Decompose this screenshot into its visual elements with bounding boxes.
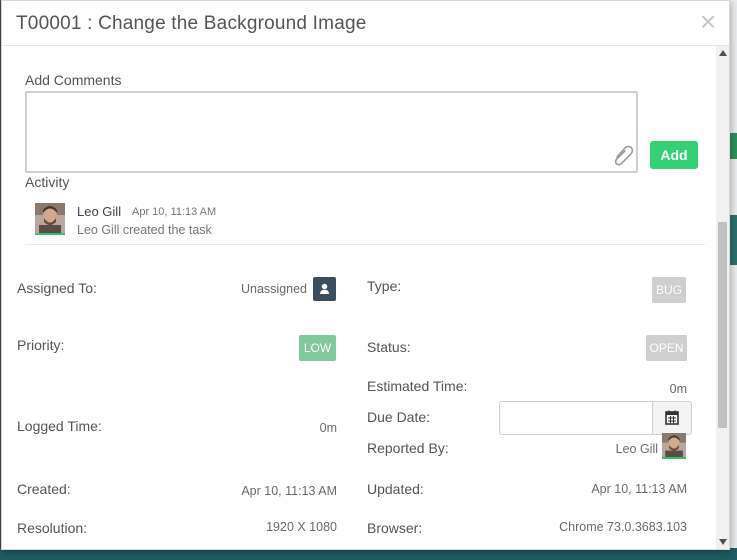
created-label: Created:	[17, 481, 71, 497]
user-avatar-image	[35, 203, 65, 233]
scroll-up-arrow-icon[interactable]	[719, 50, 727, 56]
activity-user: Leo Gill	[77, 204, 122, 219]
reported-by-value: Leo Gill	[615, 442, 658, 456]
logged-time-label: Logged Time:	[17, 418, 102, 434]
logged-time-value: 0m	[319, 421, 337, 435]
calendar-icon	[665, 410, 679, 425]
status-label: Status:	[367, 339, 411, 355]
avatar	[35, 203, 65, 235]
close-icon[interactable]: ×	[697, 7, 719, 37]
activity-divider	[25, 244, 705, 245]
estimated-time-value: 0m	[669, 382, 687, 396]
status-badge[interactable]: OPEN	[646, 335, 687, 361]
assigned-to-label: Assigned To:	[17, 280, 97, 296]
comment-textarea[interactable]	[25, 91, 638, 173]
modal-title: T00001 : Change the Background Image	[16, 13, 367, 34]
calendar-button[interactable]	[652, 401, 692, 435]
due-date-label: Due Date:	[367, 409, 431, 425]
modal-scrollbar[interactable]	[716, 46, 729, 549]
type-label: Type:	[367, 278, 402, 294]
add-comment-button[interactable]: Add	[650, 141, 698, 169]
estimated-time-label: Estimated Time:	[367, 378, 468, 394]
priority-label: Priority:	[17, 337, 65, 353]
resolution-value: 1920 X 1080	[266, 520, 337, 534]
resolution-label: Resolution:	[17, 520, 88, 536]
reporter-avatar	[662, 433, 686, 459]
activity-text: Leo Gill created the task	[77, 223, 212, 237]
scrollbar-thumb[interactable]	[718, 222, 727, 428]
task-modal: T00001 : Change the Background Image × A…	[1, 0, 730, 550]
browser-label: Browser:	[367, 520, 423, 536]
user-icon	[320, 283, 329, 294]
add-comments-label: Add Comments	[25, 72, 122, 88]
created-value: Apr 10, 11:13 AM	[241, 484, 337, 498]
assign-user-button[interactable]	[313, 277, 336, 301]
reported-by-label: Reported By:	[367, 440, 449, 456]
assigned-to-value: Unassigned	[240, 282, 307, 296]
paperclip-icon[interactable]	[612, 143, 634, 169]
updated-value: Apr 10, 11:13 AM	[591, 482, 687, 496]
modal-header: T00001 : Change the Background Image ×	[2, 1, 729, 46]
priority-badge[interactable]: LOW	[299, 335, 336, 361]
type-badge[interactable]: BUG	[652, 277, 686, 303]
scroll-down-arrow-icon[interactable]	[719, 539, 727, 545]
due-date-input[interactable]	[499, 401, 652, 435]
reporter-avatar-image	[662, 433, 686, 457]
browser-value: Chrome 73.0.3683.103	[559, 520, 687, 534]
activity-label: Activity	[25, 174, 70, 190]
activity-time: Apr 10, 11:13 AM	[132, 206, 217, 218]
updated-label: Updated:	[367, 481, 424, 497]
